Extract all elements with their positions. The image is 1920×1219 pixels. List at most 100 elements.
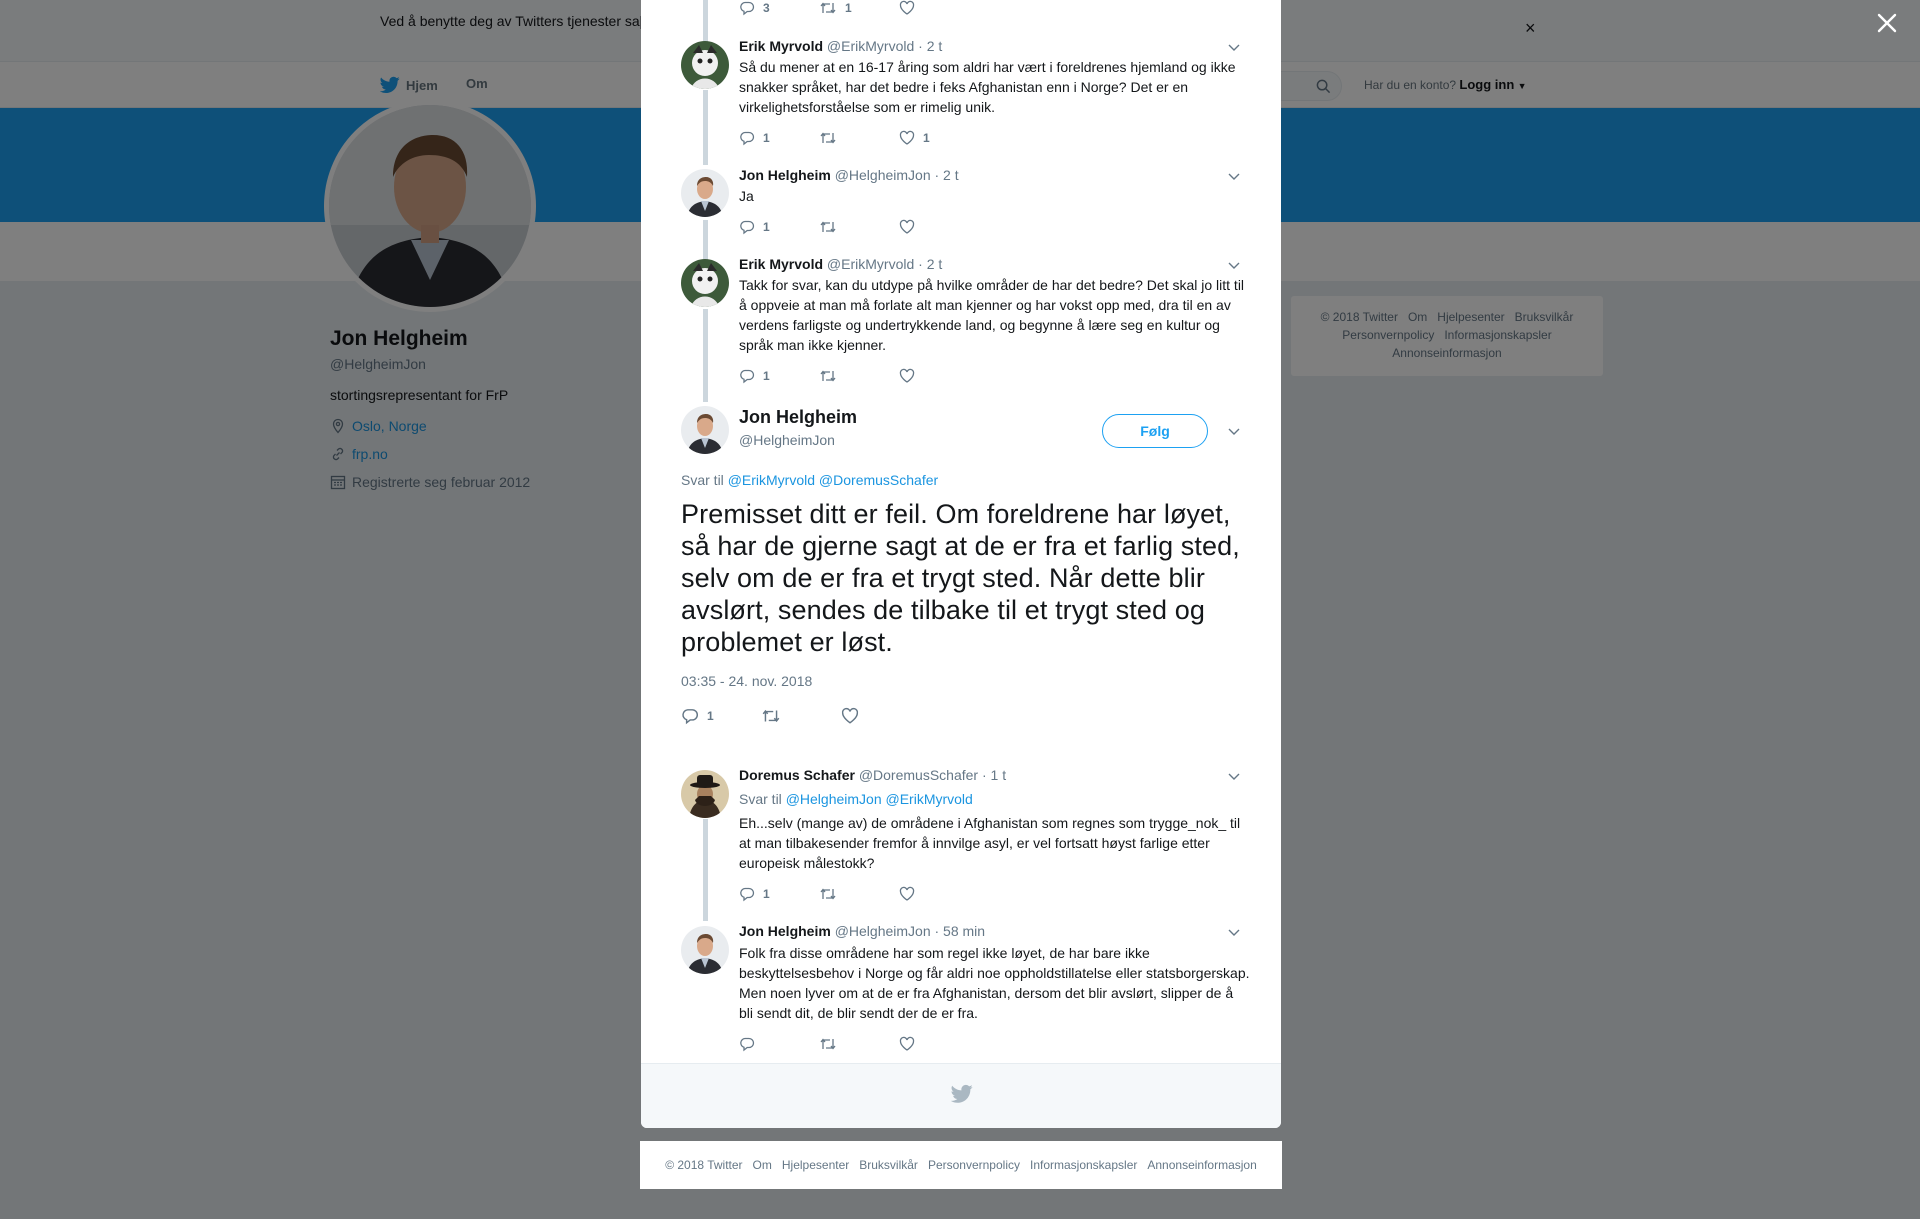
tweet-time[interactable]: · 2 t (918, 256, 942, 272)
tweet-time[interactable]: · 58 min (935, 923, 986, 939)
author-name[interactable]: Jon Helgheim (739, 923, 831, 939)
reply-icon (740, 131, 755, 146)
retweet-icon (820, 370, 836, 382)
like-button[interactable] (899, 368, 979, 384)
tweet: Doremus Schafer @DoremusSchafer · 1 t Sv… (739, 765, 1251, 873)
heart-icon (899, 219, 915, 234)
tweet-text: Så du mener at en 16-17 åring som aldri … (739, 59, 1236, 115)
retweet-button[interactable] (819, 130, 899, 146)
reply-icon (682, 709, 698, 725)
reply-button[interactable]: 1 (739, 219, 819, 235)
avatar[interactable] (681, 926, 729, 974)
tweet-text: Eh...selv (mange av) de områdene i Afgha… (739, 815, 1241, 871)
chevron-down-icon[interactable] (1227, 258, 1241, 272)
author-handle[interactable]: @ErikMyrvold (827, 38, 914, 54)
author-name[interactable]: Doremus Schafer (739, 767, 855, 783)
tweet-permalink-modal: 3 1 Erik Myrvold @ErikMyrvold · 2 t Så d… (641, 0, 1281, 1128)
reply-button[interactable]: 1 (739, 886, 819, 902)
tweet-actions (739, 1036, 979, 1052)
retweet-button[interactable] (819, 1036, 899, 1052)
retweet-icon (762, 709, 780, 723)
footer-terms[interactable]: Bruksvilkår (859, 1158, 918, 1172)
follow-button[interactable]: Følg (1102, 414, 1208, 448)
heart-icon (899, 130, 915, 145)
footer-help[interactable]: Hjelpesenter (782, 1158, 849, 1172)
reply-icon (740, 887, 755, 902)
thread-line (703, 90, 708, 165)
main-tweet-text: Premisset ditt er feil. Om foreldrene ha… (681, 499, 1240, 657)
reply-to-line: Svar til @HelgheimJon @ErikMyrvold (739, 789, 1251, 809)
like-button[interactable] (899, 219, 979, 235)
tweet-actions: 1 (739, 219, 979, 235)
author-handle[interactable]: @ErikMyrvold (827, 256, 914, 272)
tweet-text: Takk for svar, kan du utdype på hvilke o… (739, 277, 1245, 353)
retweet-button[interactable] (819, 886, 899, 902)
footer-about[interactable]: Om (753, 1158, 772, 1172)
tweet-header: Erik Myrvold @ErikMyrvold · 2 t (739, 254, 1251, 274)
footer-copyright: © 2018 Twitter (665, 1158, 743, 1172)
avatar[interactable] (681, 406, 729, 454)
retweet-button[interactable] (761, 707, 841, 725)
retweet-button[interactable] (819, 368, 899, 384)
avatar[interactable] (681, 169, 729, 217)
tweet-text: Ja (739, 188, 754, 204)
tweet-actions: 1 1 (739, 130, 979, 146)
like-button[interactable] (899, 886, 979, 902)
tweet-header: Jon Helgheim @HelgheimJon · 58 min (739, 921, 1251, 941)
tweet: Jon Helgheim @HelgheimJon · 58 min Folk … (739, 921, 1251, 1023)
thread-line (703, 309, 708, 402)
heart-icon (899, 368, 915, 383)
mention-link[interactable]: @DoremusSchafer (819, 472, 938, 488)
retweet-button[interactable] (819, 219, 899, 235)
chevron-down-icon[interactable] (1227, 40, 1241, 54)
reply-button[interactable] (739, 1036, 819, 1052)
reply-button[interactable]: 1 (739, 368, 819, 384)
reply-button[interactable]: 1 (681, 707, 761, 725)
reply-icon (740, 220, 755, 235)
chevron-down-icon[interactable] (1227, 424, 1241, 438)
like-count: 1 (923, 131, 930, 145)
author-name[interactable]: Jon Helgheim (739, 167, 831, 183)
retweet-button[interactable]: 1 (819, 0, 899, 16)
footer-privacy[interactable]: Personvernpolicy (928, 1158, 1020, 1172)
main-tweet-actions: 1 (681, 707, 921, 725)
close-icon[interactable] (1875, 11, 1899, 35)
author-handle[interactable]: @HelgheimJon (835, 167, 931, 183)
reply-button[interactable]: 1 (739, 130, 819, 146)
tweet-time[interactable]: · 2 t (935, 167, 959, 183)
mention-link[interactable]: @ErikMyrvold (886, 791, 973, 807)
footer-cookies[interactable]: Informasjonskapsler (1030, 1158, 1137, 1172)
chevron-down-icon[interactable] (1227, 169, 1241, 183)
author-name[interactable]: Erik Myrvold (739, 38, 823, 54)
avatar[interactable] (681, 770, 729, 818)
footer-ads[interactable]: Annonseinformasjon (1147, 1158, 1256, 1172)
main-author-handle[interactable]: @HelgheimJon (739, 432, 835, 448)
modal-footer (641, 1063, 1281, 1128)
tweet-text: Folk fra disse områdene har som regel ik… (739, 945, 1250, 1021)
chevron-down-icon[interactable] (1227, 925, 1241, 939)
mention-link[interactable]: @HelgheimJon (786, 791, 882, 807)
tweet: Jon Helgheim @HelgheimJon · 2 t Ja (739, 165, 1251, 206)
tweet-actions: 3 1 (739, 0, 979, 16)
author-handle[interactable]: @HelgheimJon (835, 923, 931, 939)
reply-button[interactable]: 3 (739, 0, 819, 16)
like-button[interactable] (841, 707, 921, 725)
retweet-icon (820, 2, 836, 14)
main-tweet-timestamp[interactable]: 03:35 - 24. nov. 2018 (681, 673, 812, 689)
reply-icon (740, 1037, 755, 1052)
author-handle[interactable]: @DoremusSchafer (859, 767, 978, 783)
mention-link[interactable]: @ErikMyrvold (728, 472, 815, 488)
chevron-down-icon[interactable] (1227, 769, 1241, 783)
avatar[interactable] (681, 41, 729, 89)
thread-line (703, 0, 708, 42)
tweet-time[interactable]: · 2 t (918, 38, 942, 54)
author-name[interactable]: Erik Myrvold (739, 256, 823, 272)
tweet: Erik Myrvold @ErikMyrvold · 2 t Så du me… (739, 36, 1251, 117)
like-button[interactable] (899, 1036, 979, 1052)
avatar[interactable] (681, 259, 729, 307)
tweet-actions: 1 (739, 886, 979, 902)
like-button[interactable] (899, 0, 979, 16)
main-author-name[interactable]: Jon Helgheim (739, 407, 857, 428)
like-button[interactable]: 1 (899, 130, 979, 146)
tweet-time[interactable]: · 1 t (982, 767, 1006, 783)
